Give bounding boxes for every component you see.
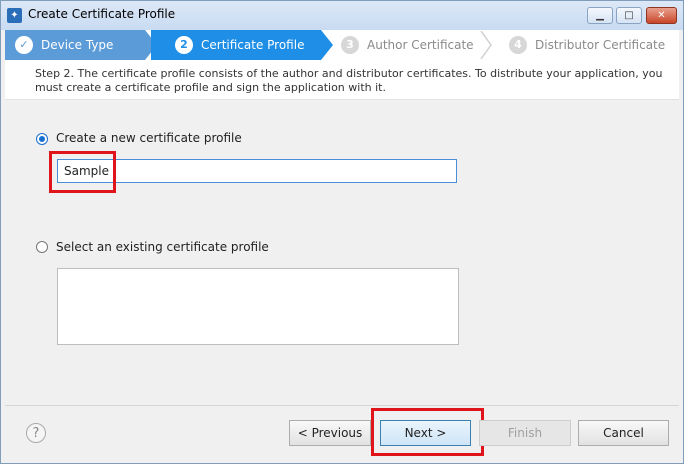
step-certificate-profile: 2 Certificate Profile [151,30,321,60]
cancel-button[interactable]: Cancel [578,420,669,446]
step-number: 2 [175,36,193,54]
create-new-profile-radio[interactable] [36,133,48,145]
app-icon: ✦ [7,8,22,23]
step-label: Author Certificate [367,38,474,52]
create-new-profile-label[interactable]: Create a new certificate profile [56,131,242,145]
step-device-type: ✓ Device Type [5,30,145,60]
step-label: Certificate Profile [201,38,305,52]
help-icon[interactable]: ? [26,423,46,443]
select-existing-profile-radio[interactable] [36,241,48,253]
step-author-certificate: 3 Author Certificate [331,30,481,60]
select-existing-profile-label[interactable]: Select an existing certificate profile [56,240,269,254]
create-certificate-profile-dialog: ✦ Create Certificate Profile ▁ □ ✕ ✓ Dev… [0,0,684,464]
existing-profiles-list[interactable] [57,268,459,345]
title-bar: ✦ Create Certificate Profile ▁ □ ✕ [1,1,683,30]
description-text: Step 2. The certificate profile consists… [35,67,663,94]
step-divider-icon [480,31,492,59]
profile-name-input[interactable] [57,159,457,183]
previous-button[interactable]: < Previous [289,420,371,446]
highlight-box-next [371,408,484,456]
window-title: Create Certificate Profile [28,7,176,21]
step-number: 4 [509,36,527,54]
finish-button: Finish [479,420,571,446]
maximize-button[interactable]: □ [616,7,642,24]
minimize-button[interactable]: ▁ [587,7,613,24]
checkmark-icon: ✓ [15,36,33,54]
wizard-stepper: ✓ Device Type 2 Certificate Profile 3 Au… [5,30,679,60]
step-label: Distributor Certificate [535,38,666,52]
highlight-box-profile-name [49,151,116,193]
step-label: Device Type [41,38,114,52]
step-description: Step 2. The certificate profile consists… [5,60,679,100]
step-number: 3 [341,36,359,54]
footer-divider [5,405,679,406]
step-distributor-certificate: 4 Distributor Certificate [499,30,679,60]
close-button[interactable]: ✕ [646,7,677,24]
